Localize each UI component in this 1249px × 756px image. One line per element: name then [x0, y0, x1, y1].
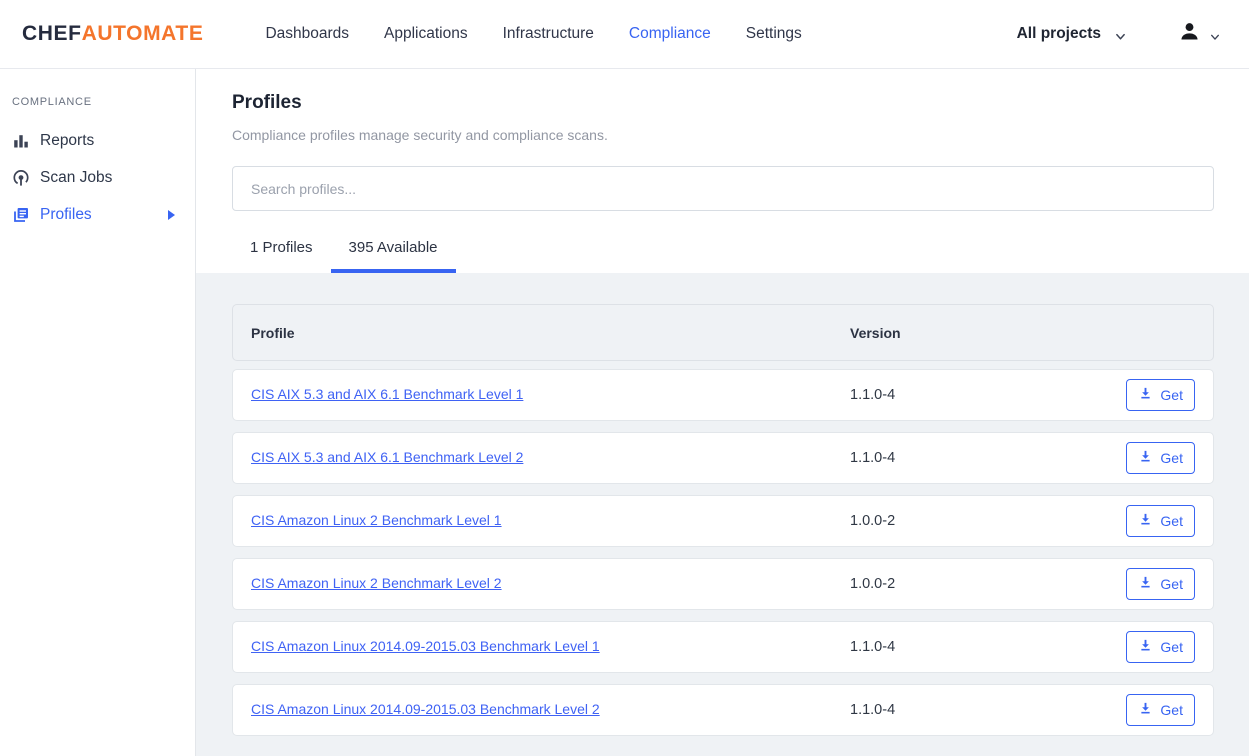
library-icon	[12, 206, 30, 224]
profile-link[interactable]: CIS AIX 5.3 and AIX 6.1 Benchmark Level …	[251, 449, 523, 465]
main-content: Profiles Compliance profiles manage secu…	[196, 69, 1249, 756]
radar-icon	[12, 169, 30, 187]
profiles-table-header: Profile Version	[232, 304, 1214, 361]
main-nav: Dashboards Applications Infrastructure C…	[265, 25, 801, 43]
user-menu[interactable]	[1178, 20, 1221, 48]
content-panel: Profile Version CIS AIX 5.3 and AIX 6.1 …	[196, 273, 1249, 756]
get-button-label: Get	[1160, 702, 1183, 718]
page-head: Profiles Compliance profiles manage secu…	[196, 69, 1249, 143]
app-header: CHEFAUTOMATE Dashboards Applications Inf…	[0, 0, 1249, 69]
sidebar-item-scan-jobs[interactable]: Scan Jobs	[0, 159, 195, 196]
download-icon	[1138, 512, 1153, 530]
table-row: CIS Amazon Linux 2014.09-2015.03 Benchma…	[232, 621, 1214, 673]
get-button[interactable]: Get	[1126, 694, 1195, 726]
get-button-label: Get	[1160, 576, 1183, 592]
table-row: CIS Amazon Linux 2 Benchmark Level 1 1.0…	[232, 495, 1214, 547]
get-button[interactable]: Get	[1126, 379, 1195, 411]
download-icon	[1138, 701, 1153, 719]
get-button-label: Get	[1160, 450, 1183, 466]
get-button-label: Get	[1160, 639, 1183, 655]
projects-selector[interactable]: All projects	[1017, 25, 1126, 43]
profile-version: 1.1.0-4	[850, 450, 895, 466]
sidebar-item-label: Scan Jobs	[40, 169, 112, 187]
download-icon	[1138, 386, 1153, 404]
download-icon	[1138, 575, 1153, 593]
profile-version: 1.0.0-2	[850, 576, 895, 592]
table-row: CIS Amazon Linux 2 Benchmark Level 2 1.0…	[232, 558, 1214, 610]
header-right: All projects	[1017, 20, 1221, 48]
tab-profiles[interactable]: 1 Profiles	[232, 227, 331, 273]
chevron-down-icon	[1115, 29, 1126, 40]
logo-automate: AUTOMATE	[82, 22, 204, 45]
page-title: Profiles	[232, 92, 1214, 114]
get-button[interactable]: Get	[1126, 505, 1195, 537]
profile-link[interactable]: CIS Amazon Linux 2 Benchmark Level 2	[251, 575, 502, 591]
table-row: CIS AIX 5.3 and AIX 6.1 Benchmark Level …	[232, 432, 1214, 484]
nav-settings[interactable]: Settings	[746, 25, 802, 43]
table-row: CIS AIX 5.3 and AIX 6.1 Benchmark Level …	[232, 369, 1214, 421]
sidebar-item-profiles[interactable]: Profiles	[0, 196, 195, 233]
table-row: CIS Amazon Linux 2014.09-2015.03 Benchma…	[232, 684, 1214, 736]
sidebar-item-reports[interactable]: Reports	[0, 122, 195, 159]
bar-chart-icon	[12, 132, 30, 150]
compliance-sidebar: COMPLIANCE Reports Scan Jobs Prof	[0, 69, 196, 756]
sidebar-section-label: COMPLIANCE	[0, 96, 195, 108]
column-header-version: Version	[850, 325, 901, 341]
sidebar-item-label: Reports	[40, 132, 94, 150]
profile-link[interactable]: CIS Amazon Linux 2014.09-2015.03 Benchma…	[251, 701, 600, 717]
page-subtitle: Compliance profiles manage security and …	[232, 127, 1214, 143]
get-button[interactable]: Get	[1126, 442, 1195, 474]
get-button[interactable]: Get	[1126, 568, 1195, 600]
profile-version: 1.1.0-4	[850, 387, 895, 403]
profiles-table-body: CIS AIX 5.3 and AIX 6.1 Benchmark Level …	[232, 369, 1214, 736]
profile-link[interactable]: CIS AIX 5.3 and AIX 6.1 Benchmark Level …	[251, 386, 523, 402]
chevron-down-icon	[1210, 29, 1221, 40]
search-input[interactable]	[232, 166, 1214, 211]
download-icon	[1138, 449, 1153, 467]
get-button-label: Get	[1160, 513, 1183, 529]
profile-version: 1.1.0-4	[850, 639, 895, 655]
sidebar-item-label: Profiles	[40, 206, 92, 224]
nav-compliance[interactable]: Compliance	[629, 25, 711, 43]
tabs: 1 Profiles 395 Available	[196, 211, 1249, 273]
profile-link[interactable]: CIS Amazon Linux 2 Benchmark Level 1	[251, 512, 502, 528]
profile-version: 1.1.0-4	[850, 702, 895, 718]
tab-available[interactable]: 395 Available	[331, 227, 456, 273]
chef-automate-logo[interactable]: CHEFAUTOMATE	[22, 22, 203, 46]
profile-link[interactable]: CIS Amazon Linux 2014.09-2015.03 Benchma…	[251, 638, 600, 654]
nav-dashboards[interactable]: Dashboards	[265, 25, 349, 43]
projects-selector-label: All projects	[1017, 25, 1101, 43]
expand-arrow-icon[interactable]	[168, 210, 175, 220]
search-wrap	[196, 143, 1249, 211]
logo-chef: CHEF	[22, 22, 82, 45]
download-icon	[1138, 638, 1153, 656]
avatar-icon	[1178, 20, 1201, 48]
get-button[interactable]: Get	[1126, 631, 1195, 663]
get-button-label: Get	[1160, 387, 1183, 403]
column-header-profile: Profile	[251, 325, 850, 341]
nav-infrastructure[interactable]: Infrastructure	[503, 25, 594, 43]
profile-version: 1.0.0-2	[850, 513, 895, 529]
nav-applications[interactable]: Applications	[384, 25, 468, 43]
